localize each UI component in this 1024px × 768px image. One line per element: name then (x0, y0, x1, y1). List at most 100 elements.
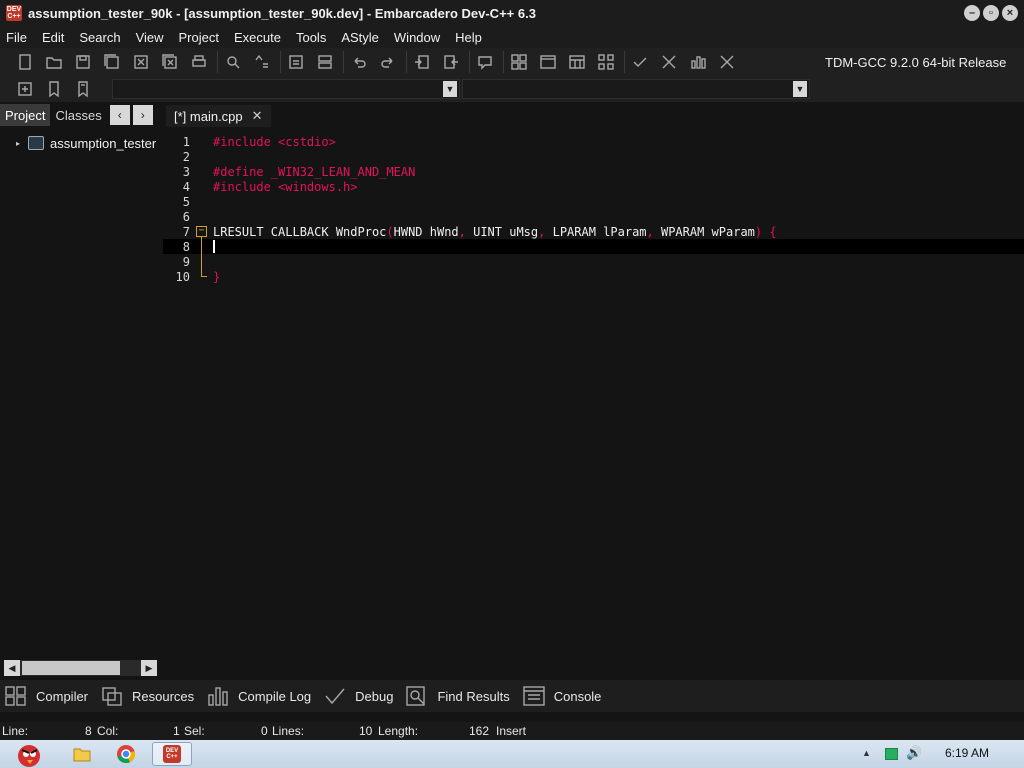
menu-project[interactable]: Project (179, 30, 219, 45)
code-line[interactable]: 3 #define _WIN32_LEAN_AND_MEAN (163, 164, 1024, 179)
check-icon[interactable] (629, 51, 651, 73)
table-icon[interactable] (566, 51, 588, 73)
code-token: #define _WIN32_LEAN_AND_MEAN (213, 164, 416, 179)
menu-help[interactable]: Help (455, 30, 482, 45)
menu-execute[interactable]: Execute (234, 30, 281, 45)
tab-label: Find Results (437, 688, 510, 704)
devcpp-app-icon[interactable]: DEV C++ (6, 5, 22, 21)
menu-tools[interactable]: Tools (296, 30, 326, 45)
code-token: WPARAM wParam (660, 224, 755, 239)
menu-edit[interactable]: Edit (42, 30, 64, 45)
code-line[interactable]: 1 #include <cstdio> (163, 134, 1024, 149)
code-text: } (213, 270, 220, 284)
tab-find-results[interactable]: Find Results (405, 685, 510, 707)
window-title: assumption_tester_90k - [assumption_test… (28, 5, 536, 21)
save-all-icon[interactable] (101, 51, 123, 73)
goto-bookmark-icon[interactable] (72, 78, 94, 100)
scroll-right-icon[interactable]: ▶ (141, 660, 157, 676)
close-window-button[interactable]: × (1002, 5, 1018, 21)
open-icon[interactable] (43, 51, 65, 73)
code-token: } (213, 269, 221, 284)
code-line[interactable]: 4 #include <windows.h> (163, 179, 1024, 194)
code-line[interactable]: 6 (163, 209, 1024, 224)
close-tab-icon[interactable]: ✕ (252, 108, 263, 124)
print-icon[interactable] (188, 51, 210, 73)
menu-search[interactable]: Search (79, 30, 120, 45)
menu-window[interactable]: Window (394, 30, 440, 45)
menu-astyle[interactable]: AStyle (341, 30, 379, 45)
toggle-icon[interactable] (314, 51, 336, 73)
menu-view[interactable]: View (136, 30, 164, 45)
goto-icon[interactable] (285, 51, 307, 73)
redo-icon[interactable] (377, 51, 399, 73)
clock[interactable]: 6:19 AM (945, 746, 989, 760)
tree-item[interactable]: ▸ assumption_tester (0, 133, 160, 153)
tab-resources[interactable]: Resources (100, 685, 194, 707)
menu-file[interactable]: File (6, 30, 27, 45)
code-line[interactable]: 2 (163, 149, 1024, 164)
tab-console[interactable]: Console (522, 685, 601, 707)
code-token: LPARAM lParam (552, 224, 647, 239)
undo-icon[interactable] (348, 51, 370, 73)
class-combobox[interactable]: ▼ (112, 79, 460, 99)
code-editor[interactable]: 1 #include <cstdio> 2 3 #define _WIN32_LEAN_… (163, 128, 1024, 678)
close-all-icon[interactable] (159, 51, 181, 73)
compiler-select[interactable]: TDM-GCC 9.2.0 64-bit Release (816, 51, 1021, 73)
comment-icon[interactable] (474, 51, 496, 73)
scroll-left-icon[interactable]: ◀ (4, 660, 20, 676)
editor-tab-bar: [*] main.cpp ✕ (163, 103, 1024, 127)
chevron-right-icon[interactable]: › (132, 105, 153, 125)
unindent-icon[interactable] (440, 51, 462, 73)
code-line[interactable]: 8 (163, 239, 1024, 254)
stop-icon[interactable] (658, 51, 680, 73)
tab-compile-log[interactable]: Compile Log (206, 685, 311, 707)
window-icon[interactable] (537, 51, 559, 73)
tab-label: Resources (132, 688, 195, 704)
tab-compiler[interactable]: Compiler (4, 685, 88, 707)
file-explorer-icon[interactable] (62, 742, 102, 766)
start-button[interactable] (4, 742, 50, 767)
maximize-button[interactable]: ▫ (983, 5, 999, 21)
code-line[interactable]: 9 (163, 254, 1024, 269)
tab-main-cpp[interactable]: [*] main.cpp ✕ (166, 105, 271, 127)
tab-classes[interactable]: Classes (50, 104, 106, 126)
bookmark-icon[interactable] (43, 78, 65, 100)
minimize-button[interactable]: – (964, 5, 980, 21)
cancel-icon[interactable] (716, 51, 738, 73)
code-line[interactable]: 5 (163, 194, 1024, 209)
line-number: 8 (182, 239, 190, 254)
devcpp-taskbar-icon[interactable]: DEV C++ (152, 742, 192, 766)
indent-icon[interactable] (411, 51, 433, 73)
chrome-icon[interactable] (106, 742, 146, 766)
tray-expand-icon[interactable]: ▲ (862, 748, 871, 758)
toolbar-separator (624, 51, 625, 73)
tiles-icon[interactable] (595, 51, 617, 73)
find-icon[interactable] (222, 51, 244, 73)
tab-label: Compile Log (238, 688, 312, 704)
insert-icon[interactable] (14, 78, 36, 100)
fold-toggle-icon[interactable]: − (196, 226, 207, 237)
chart-icon[interactable] (687, 51, 709, 73)
tab-project[interactable]: Project (0, 104, 51, 126)
scroll-thumb[interactable] (22, 661, 120, 675)
new-file-icon[interactable] (14, 51, 36, 73)
status-sel-label: Sel: (184, 724, 205, 738)
chevron-down-icon[interactable]: ▼ (793, 81, 807, 97)
expand-icon[interactable]: ▸ (16, 139, 28, 148)
code-line[interactable]: 10} (163, 269, 1024, 284)
chevron-down-icon[interactable]: ▼ (443, 81, 457, 97)
member-combobox[interactable]: ▼ (462, 79, 810, 99)
code-line[interactable]: 7 LRESULT CALLBACK WndProc(HWND hWnd, UIN… (163, 224, 1024, 239)
battery-icon[interactable] (885, 748, 898, 760)
chevron-left-icon[interactable]: ‹ (109, 105, 130, 125)
title-bar: DEV C++ assumption_tester_90k - [assumpt… (0, 0, 1024, 26)
horizontal-scrollbar[interactable]: ◀ ▶ (4, 660, 157, 676)
code-token: , (646, 224, 661, 239)
find-icon (406, 686, 426, 706)
close-icon[interactable] (130, 51, 152, 73)
grid-icon[interactable] (508, 51, 530, 73)
save-icon[interactable] (72, 51, 94, 73)
replace-icon[interactable] (251, 51, 273, 73)
volume-icon[interactable]: 🔊 (906, 745, 922, 761)
tab-debug[interactable]: Debug (323, 685, 393, 707)
